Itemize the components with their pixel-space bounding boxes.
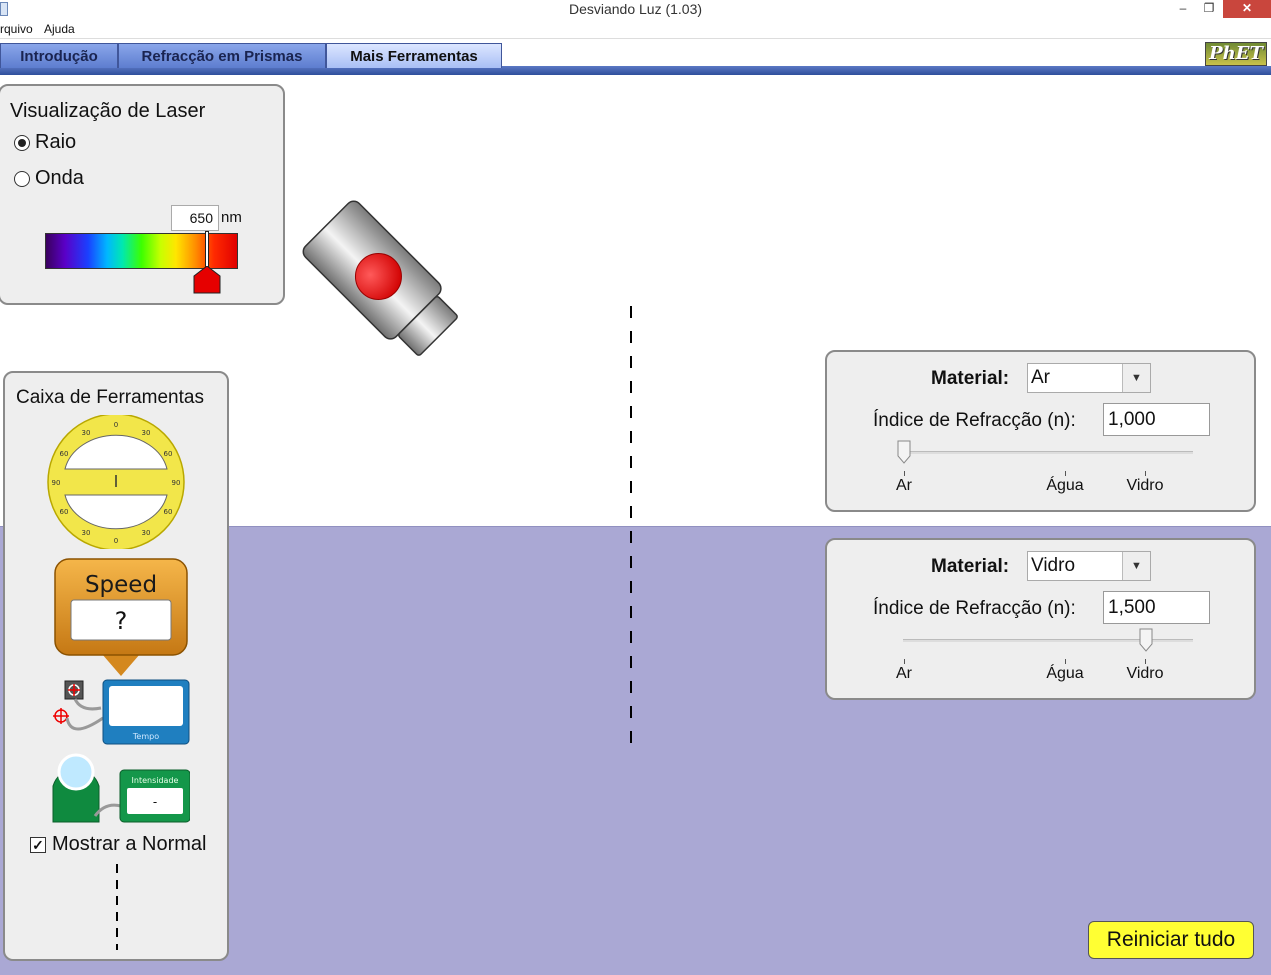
protractor-tick-label: 60 [60, 450, 69, 458]
protractor-icon[interactable]: 0 30 60 90 60 30 0 30 60 90 60 30 [45, 415, 187, 549]
chevron-down-icon[interactable]: ▼ [1122, 364, 1150, 392]
show-normal-label: Mostrar a Normal [52, 833, 207, 855]
laser-view-panel: Visualização de Laser Raio Onda 650 nm [0, 84, 285, 305]
speed-tool-title: Speed [85, 572, 157, 598]
ray-option[interactable]: Raio [14, 131, 76, 154]
tick-mark [1145, 471, 1146, 476]
tab-introducao[interactable]: Introdução [0, 43, 118, 68]
tick-mark [904, 659, 905, 664]
bottom-material-select[interactable]: Vidro ▼ [1027, 551, 1151, 581]
tick-label-ar: Ar [896, 665, 912, 682]
wavelength-slider-thumb[interactable] [193, 266, 221, 294]
app-window: Desviando Luz (1.03) ‒ ❐ ✕ rquivo Ajuda … [0, 0, 1271, 975]
time-sensor-icon[interactable]: Tempo [45, 678, 190, 748]
protractor-tick-label: 30 [142, 529, 151, 537]
intensity-meter-icon[interactable]: Intensidade - [45, 746, 190, 826]
material-label: Material: [931, 368, 1010, 389]
bottom-material-value: Vidro [1031, 555, 1076, 576]
wave-label: Onda [35, 167, 84, 189]
menu-bar: rquivo Ajuda [0, 20, 1271, 39]
reset-all-button[interactable]: Reiniciar tudo [1088, 921, 1254, 959]
normal-line-tool[interactable] [116, 864, 118, 950]
tick-mark [904, 471, 905, 476]
laser-pointer[interactable] [287, 190, 477, 370]
close-button[interactable]: ✕ [1223, 0, 1271, 18]
tick-label-agua: Água [1046, 665, 1084, 682]
tab-bar: Introdução Refracção em Prismas Mais Fer… [0, 40, 1271, 75]
index-label: Índice de Refracção (n): [873, 598, 1076, 619]
bottom-index-input[interactable]: 1,500 [1103, 591, 1210, 624]
top-medium-panel: Material: Ar ▼ Índice de Refracção (n): … [825, 350, 1256, 512]
protractor-tick-label: 60 [164, 508, 173, 516]
title-bar: Desviando Luz (1.03) ‒ ❐ ✕ [0, 0, 1271, 20]
protractor-tick-label: 0 [114, 421, 118, 429]
toolbox-panel: Caixa de Ferramentas 0 30 60 90 60 30 0 30 60 90 6… [3, 371, 229, 961]
wavelength-spectrum-slider[interactable] [45, 233, 238, 269]
tab-mais-ferramentas[interactable]: Mais Ferramentas [326, 43, 502, 68]
speed-tool-value: ? [115, 607, 128, 635]
wave-option[interactable]: Onda [14, 167, 84, 190]
protractor-tick-label: 30 [82, 429, 91, 437]
show-normal-checkbox[interactable]: ✓ [30, 836, 46, 853]
laser-view-title: Visualização de Laser [10, 100, 206, 122]
material-label: Material: [931, 556, 1010, 577]
protractor-tick-label: 0 [114, 537, 118, 545]
wave-radio[interactable] [14, 170, 30, 187]
bottom-medium-panel: Material: Vidro ▼ Índice de Refracção (n… [825, 538, 1256, 700]
tick-label-vidro: Vidro [1126, 477, 1164, 494]
intensity-meter-label: Intensidade [132, 776, 179, 785]
protractor-tick-label: 90 [172, 479, 181, 487]
top-index-slider[interactable] [903, 451, 1193, 454]
tick-label-ar: Ar [896, 477, 912, 494]
normal-line [630, 306, 632, 752]
protractor-tick-label: 90 [52, 479, 61, 487]
show-normal-option[interactable]: ✓ Mostrar a Normal [30, 833, 206, 856]
menu-ajuda[interactable]: Ajuda [44, 22, 75, 36]
time-sensor-label: Tempo [132, 732, 159, 741]
phet-logo[interactable]: PhET [1205, 42, 1267, 66]
index-label: Índice de Refracção (n): [873, 410, 1076, 431]
chevron-down-icon[interactable]: ▼ [1122, 552, 1150, 580]
ray-radio[interactable] [14, 134, 30, 151]
top-material-value: Ar [1031, 367, 1050, 388]
tick-label-vidro: Vidro [1126, 665, 1164, 682]
intensity-meter-value: - [153, 795, 157, 809]
protractor-tick-label: 60 [164, 450, 173, 458]
window-title: Desviando Luz (1.03) [568, 1, 703, 17]
bottom-index-slider-thumb[interactable] [1139, 628, 1153, 652]
protractor-tick-label: 60 [60, 508, 69, 516]
speed-tool-icon[interactable]: Speed ? [54, 558, 188, 678]
protractor-tick-label: 30 [142, 429, 151, 437]
tick-mark [1065, 471, 1066, 476]
maximize-button[interactable]: ❐ [1198, 0, 1220, 18]
top-material-select[interactable]: Ar ▼ [1027, 363, 1151, 393]
minimize-button[interactable]: ‒ [1172, 0, 1194, 18]
menu-arquivo[interactable]: rquivo [0, 22, 33, 36]
tick-mark [1065, 659, 1066, 664]
toolbox-title: Caixa de Ferramentas [16, 387, 204, 408]
tick-mark [1145, 659, 1146, 664]
protractor-tick-label: 30 [82, 529, 91, 537]
tick-label-agua: Água [1046, 477, 1084, 494]
ray-label: Raio [35, 131, 77, 153]
top-index-slider-thumb[interactable] [897, 440, 911, 464]
wavelength-unit: nm [221, 209, 242, 226]
wavelength-input[interactable]: 650 [171, 205, 219, 231]
tab-refraccao-prismas[interactable]: Refracção em Prismas [118, 43, 326, 68]
top-index-input[interactable]: 1,000 [1103, 403, 1210, 436]
